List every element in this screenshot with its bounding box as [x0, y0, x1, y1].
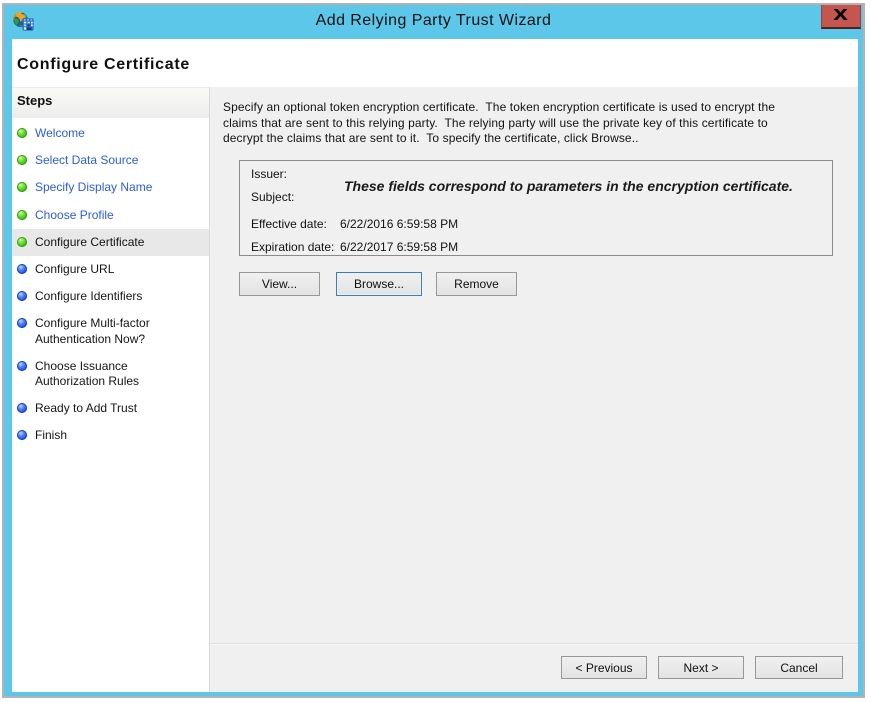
window-title: Add Relying Party Trust Wizard — [4, 12, 863, 30]
page-title: Configure Certificate — [17, 56, 190, 74]
cert-field-effective-date: Effective date: 6/22/2016 6:59:58 PM — [251, 217, 327, 231]
step-pending-icon — [17, 318, 27, 328]
step-pending-icon — [17, 291, 27, 301]
footer-divider — [210, 643, 858, 645]
step-pending-icon — [17, 403, 27, 413]
remove-button[interactable]: Remove — [436, 272, 517, 296]
cert-field-subject: Subject: — [251, 190, 294, 204]
wizard-body: Steps Welcome Select Data Source Specify… — [12, 87, 858, 692]
step-completed-icon — [17, 128, 27, 138]
step-completed-icon — [17, 182, 27, 192]
close-icon: x — [834, 5, 849, 24]
step-ready-to-add-trust[interactable]: Ready to Add Trust — [12, 395, 209, 422]
steps-sidebar: Steps Welcome Select Data Source Specify… — [12, 87, 209, 692]
next-button[interactable]: Next > — [658, 656, 744, 679]
step-choose-issuance-rules[interactable]: Choose Issuance Authorization Rules — [12, 353, 209, 395]
annotation-text: These fields correspond to parameters in… — [344, 178, 804, 194]
view-button[interactable]: View... — [239, 272, 320, 296]
step-configure-identifiers[interactable]: Configure Identifiers — [12, 283, 209, 310]
footer-buttons: < Previous Next > Cancel — [561, 656, 843, 679]
step-finish[interactable]: Finish — [12, 422, 209, 449]
step-choose-profile[interactable]: Choose Profile — [12, 202, 209, 229]
step-configure-certificate[interactable]: Configure Certificate — [12, 229, 209, 256]
step-select-data-source[interactable]: Select Data Source — [12, 147, 209, 174]
cert-field-issuer: Issuer: — [251, 167, 287, 181]
step-pending-icon — [17, 361, 27, 371]
steps-header: Steps — [12, 87, 209, 118]
cert-field-expiration-date: Expiration date: 6/22/2017 6:59:58 PM — [251, 240, 334, 254]
certificate-details-box: Issuer: Subject: Effective date: 6/22/20… — [239, 160, 833, 256]
dialog-panel: Configure Certificate Steps Welcome Sele… — [12, 39, 858, 692]
steps-title: Steps — [17, 93, 52, 108]
step-configure-url[interactable]: Configure URL — [12, 256, 209, 283]
steps-list: Welcome Select Data Source Specify Displ… — [12, 120, 209, 450]
wizard-dialog: Add Relying Party Trust Wizard x Configu… — [2, 3, 865, 698]
previous-button[interactable]: < Previous — [561, 656, 647, 679]
step-specify-display-name[interactable]: Specify Display Name — [12, 174, 209, 201]
cancel-button[interactable]: Cancel — [755, 656, 843, 679]
step-completed-icon — [17, 155, 27, 165]
step-current-icon — [17, 237, 27, 247]
step-content: Specify an optional token encryption cer… — [209, 87, 858, 692]
step-configure-multifactor[interactable]: Configure Multi-factor Authentication No… — [12, 310, 209, 352]
step-completed-icon — [17, 210, 27, 220]
step-pending-icon — [17, 264, 27, 274]
close-button[interactable]: x — [821, 5, 861, 29]
step-welcome[interactable]: Welcome — [12, 120, 209, 147]
page-header: Configure Certificate — [12, 39, 858, 87]
title-bar[interactable]: Add Relying Party Trust Wizard x — [4, 5, 863, 39]
screenshot-root: Add Relying Party Trust Wizard x Configu… — [0, 0, 870, 702]
step-pending-icon — [17, 430, 27, 440]
browse-button[interactable]: Browse... — [336, 272, 422, 296]
intro-text: Specify an optional token encryption cer… — [223, 100, 775, 147]
